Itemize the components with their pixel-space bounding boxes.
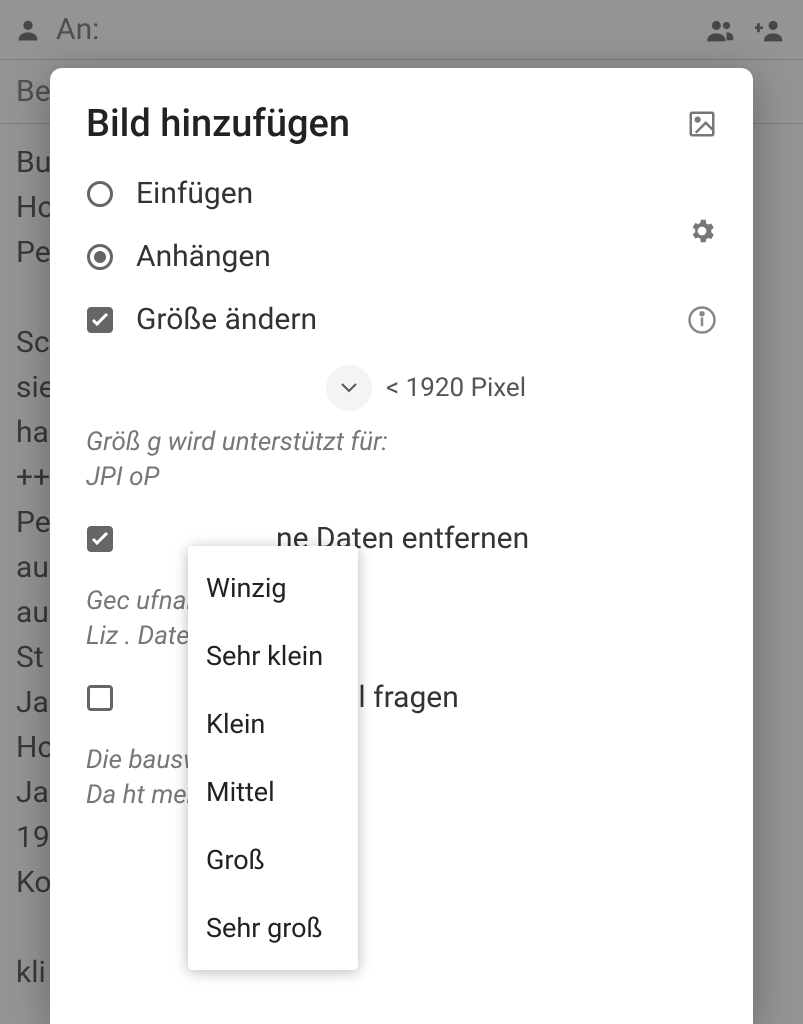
size-selector-row: < 1920 Pixel bbox=[86, 365, 717, 411]
remove-data-hint: Gec ufnahmeort, Liz . Dateinamen usw. bbox=[86, 584, 717, 654]
insert-label: Einfügen bbox=[136, 176, 253, 211]
remove-data-option[interactable]: ne Daten entfernen bbox=[86, 521, 717, 556]
checkbox-unchecked-icon bbox=[86, 684, 114, 712]
dropdown-item-very-large[interactable]: Sehr groß bbox=[188, 894, 358, 962]
ask-hint: Die bauswahl übergibt Da ht mehr bbox=[86, 743, 717, 813]
pixel-value: < 1920 Pixel bbox=[386, 373, 526, 403]
add-image-dialog: Bild hinzufügen Einfügen Anhängen Größe … bbox=[50, 68, 753, 1024]
radio-checked-icon bbox=[86, 243, 114, 271]
attach-option[interactable]: Anhängen bbox=[86, 239, 717, 274]
resize-hint: Größ g wird unterstützt für: JPI oP bbox=[86, 425, 717, 495]
dropdown-item-medium[interactable]: Mittel bbox=[188, 758, 358, 826]
ask-option[interactable]: einmal fragen bbox=[86, 680, 717, 715]
dropdown-item-large[interactable]: Groß bbox=[188, 826, 358, 894]
resize-label: Größe ändern bbox=[136, 302, 317, 337]
info-button[interactable] bbox=[687, 305, 717, 335]
dropdown-item-tiny[interactable]: Winzig bbox=[188, 554, 358, 622]
insert-option[interactable]: Einfügen bbox=[86, 176, 717, 211]
size-dropdown-button[interactable] bbox=[326, 365, 372, 411]
checkbox-checked-icon bbox=[86, 525, 114, 553]
image-icon[interactable] bbox=[687, 109, 717, 139]
resize-option[interactable]: Größe ändern bbox=[86, 302, 717, 337]
dropdown-item-very-small[interactable]: Sehr klein bbox=[188, 622, 358, 690]
checkbox-checked-icon bbox=[86, 306, 114, 334]
radio-unchecked-icon bbox=[86, 180, 114, 208]
size-dropdown-menu: Winzig Sehr klein Klein Mittel Groß Sehr… bbox=[188, 546, 358, 970]
dropdown-item-small[interactable]: Klein bbox=[188, 690, 358, 758]
attach-label: Anhängen bbox=[136, 239, 271, 274]
dialog-title: Bild hinzufügen bbox=[86, 102, 350, 146]
